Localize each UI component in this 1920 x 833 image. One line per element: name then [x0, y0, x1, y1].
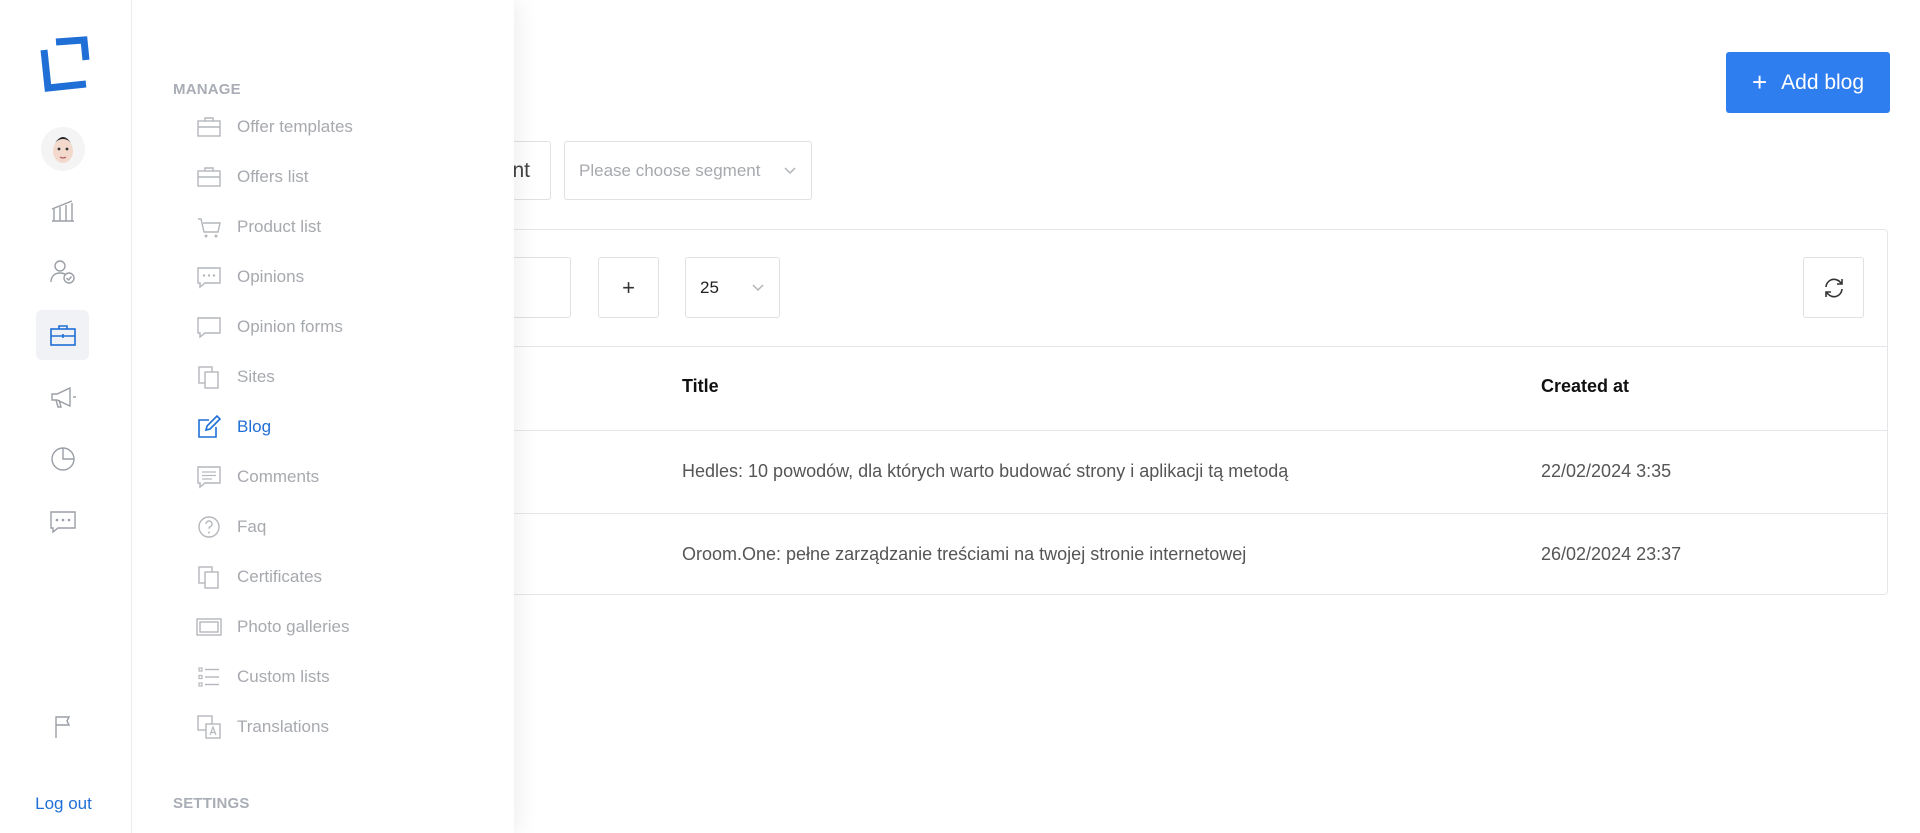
- menu-item-offer-templates[interactable]: Offer templates: [196, 112, 496, 142]
- column-header-created[interactable]: Created at: [1541, 376, 1629, 397]
- menu-item-label: Opinions: [237, 267, 305, 286]
- user-check-icon: [49, 260, 75, 284]
- add-blog-label: Add blog: [1781, 70, 1865, 94]
- per-page-value: 25: [700, 277, 719, 297]
- add-filter-button[interactable]: +: [598, 257, 659, 318]
- translate-icon: [197, 715, 221, 739]
- gallery-icon: [196, 618, 222, 636]
- menu-item-label: Sites: [237, 367, 275, 386]
- plus-icon: +: [1751, 67, 1768, 97]
- menu-item-label: Offers list: [237, 167, 309, 186]
- menu-item-product-list[interactable]: Product list: [196, 212, 496, 242]
- menu-item-certificates[interactable]: Certificates: [196, 562, 496, 592]
- rail-bank-button[interactable]: [36, 185, 89, 235]
- rail-reports-button[interactable]: [36, 434, 89, 484]
- briefcase-icon: [197, 167, 221, 187]
- briefcase-icon: [49, 325, 76, 346]
- refresh-button[interactable]: [1803, 257, 1864, 318]
- menu-item-label: Certificates: [237, 567, 323, 586]
- chevron-down-icon: [752, 284, 764, 292]
- menu-item-photo-galleries[interactable]: Photo galleries: [196, 612, 496, 642]
- megaphone-icon: [50, 386, 76, 408]
- logo-icon[interactable]: [34, 36, 94, 96]
- menu-item-opinion-forms[interactable]: Opinion forms: [196, 312, 496, 342]
- refresh-icon: [1824, 277, 1843, 298]
- menu-item-blog[interactable]: Blog: [196, 412, 496, 442]
- menu-item-offers-list[interactable]: Offers list: [196, 162, 496, 192]
- row-created: 26/02/2024 23:37: [1541, 544, 1682, 564]
- rail-language-button[interactable]: [36, 702, 89, 752]
- copy-icon: [198, 566, 219, 589]
- filter-field-text: nt: [512, 159, 530, 182]
- comment-icon: [197, 466, 221, 489]
- chat-bubble-icon: [197, 317, 221, 339]
- row-title[interactable]: Hedles: 10 powodów, dla których warto bu…: [682, 461, 1288, 482]
- menu-item-label: Custom lists: [237, 667, 330, 686]
- menu-item-label: Blog: [237, 417, 272, 436]
- add-blog-button[interactable]: + Add blog: [1726, 52, 1890, 113]
- flag-icon: [54, 716, 70, 738]
- icon-rail: Log out: [0, 0, 132, 833]
- segment-select[interactable]: Please choose segment: [564, 141, 812, 200]
- menu-item-comments[interactable]: Comments: [196, 462, 496, 492]
- pie-chart-icon: [50, 447, 75, 471]
- cart-icon: [198, 218, 221, 238]
- menu-item-custom-lists[interactable]: Custom lists: [196, 662, 496, 692]
- menu-item-translations[interactable]: Translations: [196, 712, 496, 742]
- menu-item-label: Translations: [237, 717, 329, 736]
- rail-messages-button[interactable]: [36, 497, 89, 547]
- question-icon: [198, 516, 220, 538]
- menu-item-sites[interactable]: Sites: [196, 362, 496, 392]
- briefcase-icon: [197, 117, 221, 137]
- edit-icon: [198, 414, 222, 438]
- add-filter-symbol: +: [622, 274, 635, 300]
- row-title[interactable]: Oroom.One: pełne zarządzanie treściami n…: [682, 544, 1246, 565]
- menu-item-label: Faq: [237, 517, 267, 536]
- per-page-select[interactable]: 25: [685, 257, 780, 318]
- avatar[interactable]: [41, 127, 85, 171]
- chat-icon: [49, 511, 76, 534]
- menu-item-label: Photo galleries: [237, 617, 350, 636]
- menu-item-label: Opinion forms: [237, 317, 343, 336]
- manage-flyout-menu: MANAGE Offer templates Offers list Produ…: [131, 0, 514, 833]
- copy-icon: [198, 366, 219, 389]
- rail-users-button[interactable]: [36, 247, 89, 297]
- avatar-face-icon: [41, 127, 85, 171]
- column-header-title[interactable]: Title: [682, 376, 719, 397]
- menu-item-label: Product list: [237, 217, 322, 236]
- menu-item-label: Offer templates: [237, 117, 353, 136]
- menu-item-opinions[interactable]: Opinions: [196, 262, 496, 292]
- rail-manage-button[interactable]: [36, 310, 89, 360]
- segment-select-placeholder: Please choose segment: [579, 160, 761, 180]
- rail-marketing-button[interactable]: [36, 372, 89, 422]
- section-label-manage: MANAGE: [173, 81, 241, 98]
- list-icon: [198, 667, 219, 687]
- row-created: 22/02/2024 3:35: [1541, 461, 1672, 481]
- chat-icon: [197, 267, 221, 289]
- menu-item-faq[interactable]: Faq: [196, 512, 496, 542]
- menu-item-label: Comments: [237, 467, 320, 486]
- chevron-down-icon: [784, 167, 796, 175]
- section-label-settings: SETTINGS: [173, 795, 250, 812]
- logout-link[interactable]: Log out: [0, 794, 127, 814]
- bank-icon: [51, 200, 74, 222]
